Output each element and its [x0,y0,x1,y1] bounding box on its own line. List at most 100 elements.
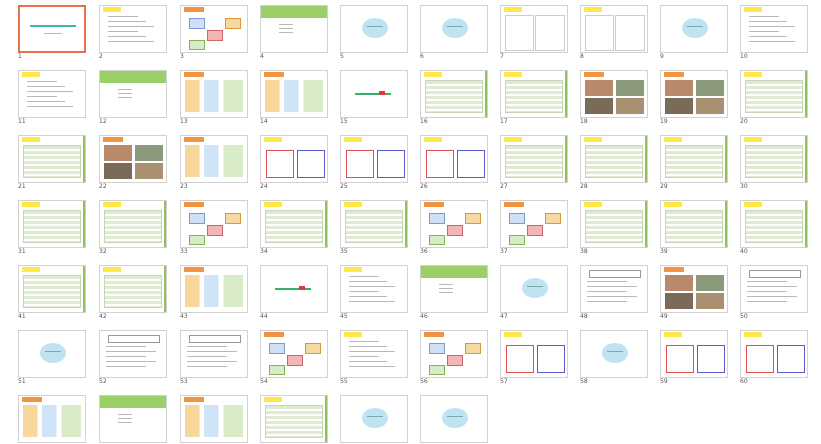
slide-thumbnail[interactable] [340,5,408,53]
thumb-text-line [108,21,146,22]
slide-thumbnail[interactable] [500,135,568,183]
slide-thumbnail[interactable] [260,200,328,248]
slide-thumbnail[interactable] [420,330,488,378]
slide-preview [341,71,407,117]
slide-number: 29 [660,183,668,190]
slide-thumbnail[interactable] [260,5,328,53]
slide-thumbnail[interactable] [340,135,408,183]
slide-number: 11 [18,118,26,125]
slide-thumbnail[interactable] [420,70,488,118]
slide-thumbnail[interactable] [18,265,86,313]
slide-thumbnail[interactable] [740,265,808,313]
slide-thumbnail[interactable] [740,200,808,248]
slide-thumbnail[interactable] [660,135,728,183]
slide-thumbnail[interactable] [740,330,808,378]
thumb-oval-shape [682,18,708,38]
slide-thumbnail[interactable] [500,330,568,378]
slide-thumbnail[interactable] [340,330,408,378]
slide-thumbnail[interactable] [500,265,568,313]
slide-thumbnail[interactable] [99,200,167,248]
slide-thumbnail[interactable] [180,265,248,313]
thumb-photo [616,98,644,114]
slide-thumbnail[interactable] [99,5,167,53]
slide-number: 36 [420,248,428,255]
slide-thumbnail[interactable] [740,70,808,118]
slide-thumbnail[interactable] [18,330,86,378]
thumb-side-accent [805,201,807,247]
thumb-banner-line [275,288,311,290]
slide-thumbnail[interactable] [18,5,86,53]
slide-thumbnail[interactable] [340,200,408,248]
thumb-text-line [349,361,387,362]
slide-thumbnail[interactable] [18,70,86,118]
slide-thumbnail[interactable] [260,395,328,443]
slide-thumbnail[interactable] [420,135,488,183]
thumb-text-line [687,26,703,27]
slide-thumbnail[interactable] [660,200,728,248]
slide-thumbnail[interactable] [580,5,648,53]
slide-thumbnail[interactable] [740,5,808,53]
slide-thumbnail[interactable] [180,70,248,118]
slide-preview [19,331,85,377]
slide-thumbnail[interactable] [500,200,568,248]
slide-thumbnail[interactable] [660,330,728,378]
slide-thumbnail[interactable] [180,395,248,443]
thumb-oval-shape [362,18,388,38]
slide-thumbnail[interactable] [580,70,648,118]
slide-number: 57 [500,378,508,385]
slide-thumbnail[interactable] [99,135,167,183]
slide-preview [741,331,807,377]
slide-thumbnail[interactable] [420,265,488,313]
slide-thumbnail[interactable] [500,5,568,53]
slide-thumbnail[interactable] [500,70,568,118]
slide-thumbnail[interactable] [580,330,648,378]
thumb-text-line [747,291,787,292]
slide-preview [341,6,407,52]
thumb-text-line [27,91,73,92]
thumb-table [104,275,162,308]
slide-thumbnail[interactable] [660,265,728,313]
slide-thumbnail[interactable] [180,330,248,378]
thumb-text-line [587,291,627,292]
slide-thumbnail[interactable] [99,330,167,378]
slide-thumbnail[interactable] [580,265,648,313]
slide-thumbnail[interactable] [99,265,167,313]
slide-thumbnail[interactable] [740,135,808,183]
slide-preview [100,331,166,377]
thumb-diagram-box [305,343,321,354]
slide-thumbnail[interactable] [180,200,248,248]
slide-thumbnail[interactable] [660,5,728,53]
slide-preview [19,136,85,182]
slide-thumbnail[interactable] [260,135,328,183]
slide-thumbnail[interactable] [99,395,167,443]
slide-thumbnail[interactable] [660,70,728,118]
slide-thumbnail[interactable] [18,200,86,248]
slide-thumbnail[interactable] [180,135,248,183]
thumb-photo [696,275,724,291]
thumb-blue-box [457,150,485,178]
slide-thumbnail[interactable] [180,5,248,53]
thumb-table [745,210,803,243]
slide-thumbnail[interactable] [420,395,488,443]
slide-thumbnail[interactable] [260,70,328,118]
slide-preview [261,331,327,377]
slide-thumbnail[interactable] [340,395,408,443]
slide-number: 16 [420,118,428,125]
slide-thumbnail[interactable] [18,395,86,443]
slide-thumbnail[interactable] [340,70,408,118]
slide-thumbnail[interactable] [340,265,408,313]
slide-thumbnail[interactable] [580,200,648,248]
slide-preview [661,201,727,247]
slide-thumbnail[interactable] [99,70,167,118]
slide-number: 43 [180,313,188,320]
slide-thumbnail[interactable] [420,200,488,248]
thumb-oval-shape [442,408,468,428]
thumb-header-bar [344,332,362,337]
thumb-diagram-box [429,213,445,224]
slide-thumbnail[interactable] [580,135,648,183]
slide-thumbnail[interactable] [420,5,488,53]
slide-thumbnail[interactable] [18,135,86,183]
slide-number: 9 [660,53,664,60]
slide-thumbnail[interactable] [260,265,328,313]
slide-thumbnail[interactable] [260,330,328,378]
